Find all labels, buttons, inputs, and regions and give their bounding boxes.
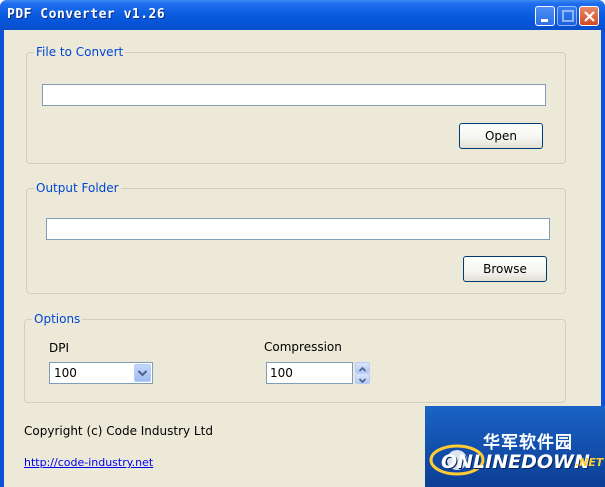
watermark-suffix-text: .NET [575, 456, 604, 469]
maximize-button [557, 6, 577, 26]
output-folder-group: Output Folder Browse [26, 181, 566, 294]
file-path-input[interactable] [42, 84, 546, 106]
close-icon [584, 11, 595, 22]
maximize-icon [562, 10, 574, 22]
close-button[interactable] [579, 6, 599, 26]
client-area: File to Convert Open Output Folder Brows… [4, 30, 605, 487]
window-title: PDF Converter v1.26 [7, 7, 166, 22]
file-to-convert-group: File to Convert Open [26, 45, 566, 164]
compression-input[interactable]: 100 [266, 362, 353, 384]
compression-value: 100 [270, 366, 293, 380]
chevron-down-icon [358, 378, 367, 384]
output-folder-legend: Output Folder [34, 181, 121, 195]
watermark-chinese-text: 华军软件园 [483, 433, 573, 453]
options-legend: Options [32, 312, 83, 326]
compression-label: Compression [264, 340, 342, 354]
title-bar[interactable]: PDF Converter v1.26 [0, 0, 605, 30]
copyright-text: Copyright (c) Code Industry Ltd [24, 424, 213, 438]
compression-spinner [355, 362, 370, 384]
file-to-convert-legend: File to Convert [34, 45, 126, 59]
dpi-dropdown-button[interactable] [134, 364, 151, 382]
dpi-value: 100 [54, 366, 77, 380]
dpi-select[interactable]: 100 [49, 362, 153, 384]
compression-decrement-button[interactable] [355, 373, 370, 384]
dpi-label: DPI [49, 341, 70, 355]
chevron-down-icon [137, 370, 148, 377]
browse-button[interactable]: Browse [463, 256, 547, 282]
watermark-brand-text: ONLINEDOWN [441, 451, 590, 473]
watermark-badge: 华军软件园 ONLINEDOWN .NET [425, 406, 605, 487]
open-button[interactable]: Open [459, 123, 543, 149]
options-group: Options [24, 312, 566, 403]
compression-increment-button[interactable] [355, 362, 370, 373]
output-folder-input[interactable] [46, 218, 550, 240]
minimize-icon [541, 19, 548, 22]
app-window: PDF Converter v1.26 File to Convert Open… [0, 0, 605, 487]
minimize-button[interactable] [535, 6, 555, 26]
website-link[interactable]: http://code-industry.net [24, 456, 153, 469]
